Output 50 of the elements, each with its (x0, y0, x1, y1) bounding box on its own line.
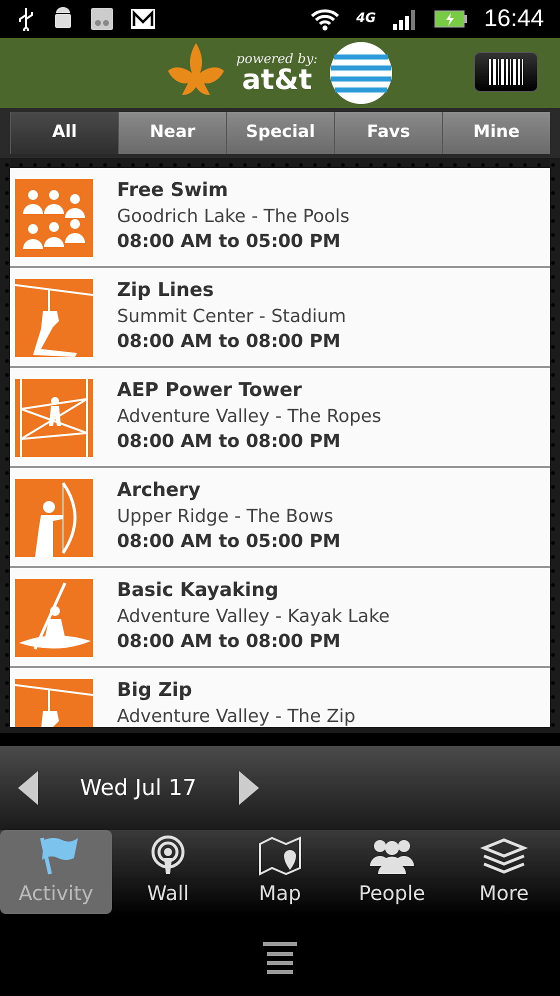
barcode-button[interactable] (474, 52, 538, 92)
archer-icon (15, 479, 93, 557)
nav-tab[interactable]: Map (224, 830, 336, 914)
usb-icon (16, 7, 36, 31)
rope-course-icon (15, 379, 93, 457)
mail-icon (130, 8, 156, 30)
logo-tagline: powered by: (236, 52, 318, 66)
filter-tab[interactable]: Near (118, 112, 226, 154)
brand-wordmark: at&t (242, 66, 312, 94)
wifi-icon (310, 7, 340, 31)
network-type: 4G (356, 10, 376, 28)
previous-day-button[interactable] (16, 770, 40, 806)
activity-hours: 08:00 AM to 05:00 PM (117, 531, 341, 553)
menu-icon[interactable] (263, 940, 297, 974)
activity-location: Adventure Valley - Kayak Lake (117, 606, 390, 628)
right-arrow-icon (236, 770, 260, 806)
activity-title: Free Swim (117, 179, 230, 202)
activity-location: Summit Center - Stadium (117, 306, 346, 328)
activity-title: Big Zip (117, 679, 194, 702)
status-time: 16:44 (484, 4, 544, 34)
activity-location: Upper Ridge - The Bows (117, 506, 334, 528)
app-icon (90, 7, 114, 31)
map-icon (256, 834, 304, 878)
activity-location: Goodrich Lake - The Pools (117, 206, 350, 228)
current-date: Wed Jul 17 (80, 774, 196, 802)
kayaker-icon (15, 579, 93, 657)
activity-title: Zip Lines (117, 279, 215, 302)
nav-tab[interactable]: More (448, 830, 560, 914)
left-arrow-icon (16, 770, 40, 806)
activity-title: Archery (117, 479, 202, 502)
activity-hours: 08:00 AM to 05:00 PM (117, 231, 342, 253)
battery-icon (434, 9, 468, 29)
activity-title: AEP Power Tower (117, 379, 303, 402)
filter-tab[interactable]: Favs (334, 112, 442, 154)
activity-hours: 08:00 AM to 08:00 PM (117, 331, 342, 353)
barcode-icon (488, 59, 524, 85)
zipline-rider-icon (15, 279, 93, 357)
filter-tab[interactable]: All (10, 112, 118, 154)
next-day-button[interactable] (236, 770, 260, 806)
activity-location: Adventure Valley - The Zip (117, 706, 356, 727)
activity-hours: 08:00 AM to 08:00 PM (117, 431, 342, 453)
filter-tab[interactable]: Special (226, 112, 334, 154)
activity-title: Basic Kayaking (117, 579, 280, 602)
signal-icon (392, 8, 418, 30)
people-icon (15, 179, 93, 257)
activity-hours: 08:00 AM to 08:00 PM (117, 631, 342, 653)
activity-location: Adventure Valley - The Ropes (117, 406, 382, 428)
nav-tab[interactable]: People (336, 830, 448, 914)
nav-tab[interactable]: Wall (112, 830, 224, 914)
filter-tab[interactable]: Mine (442, 112, 550, 154)
